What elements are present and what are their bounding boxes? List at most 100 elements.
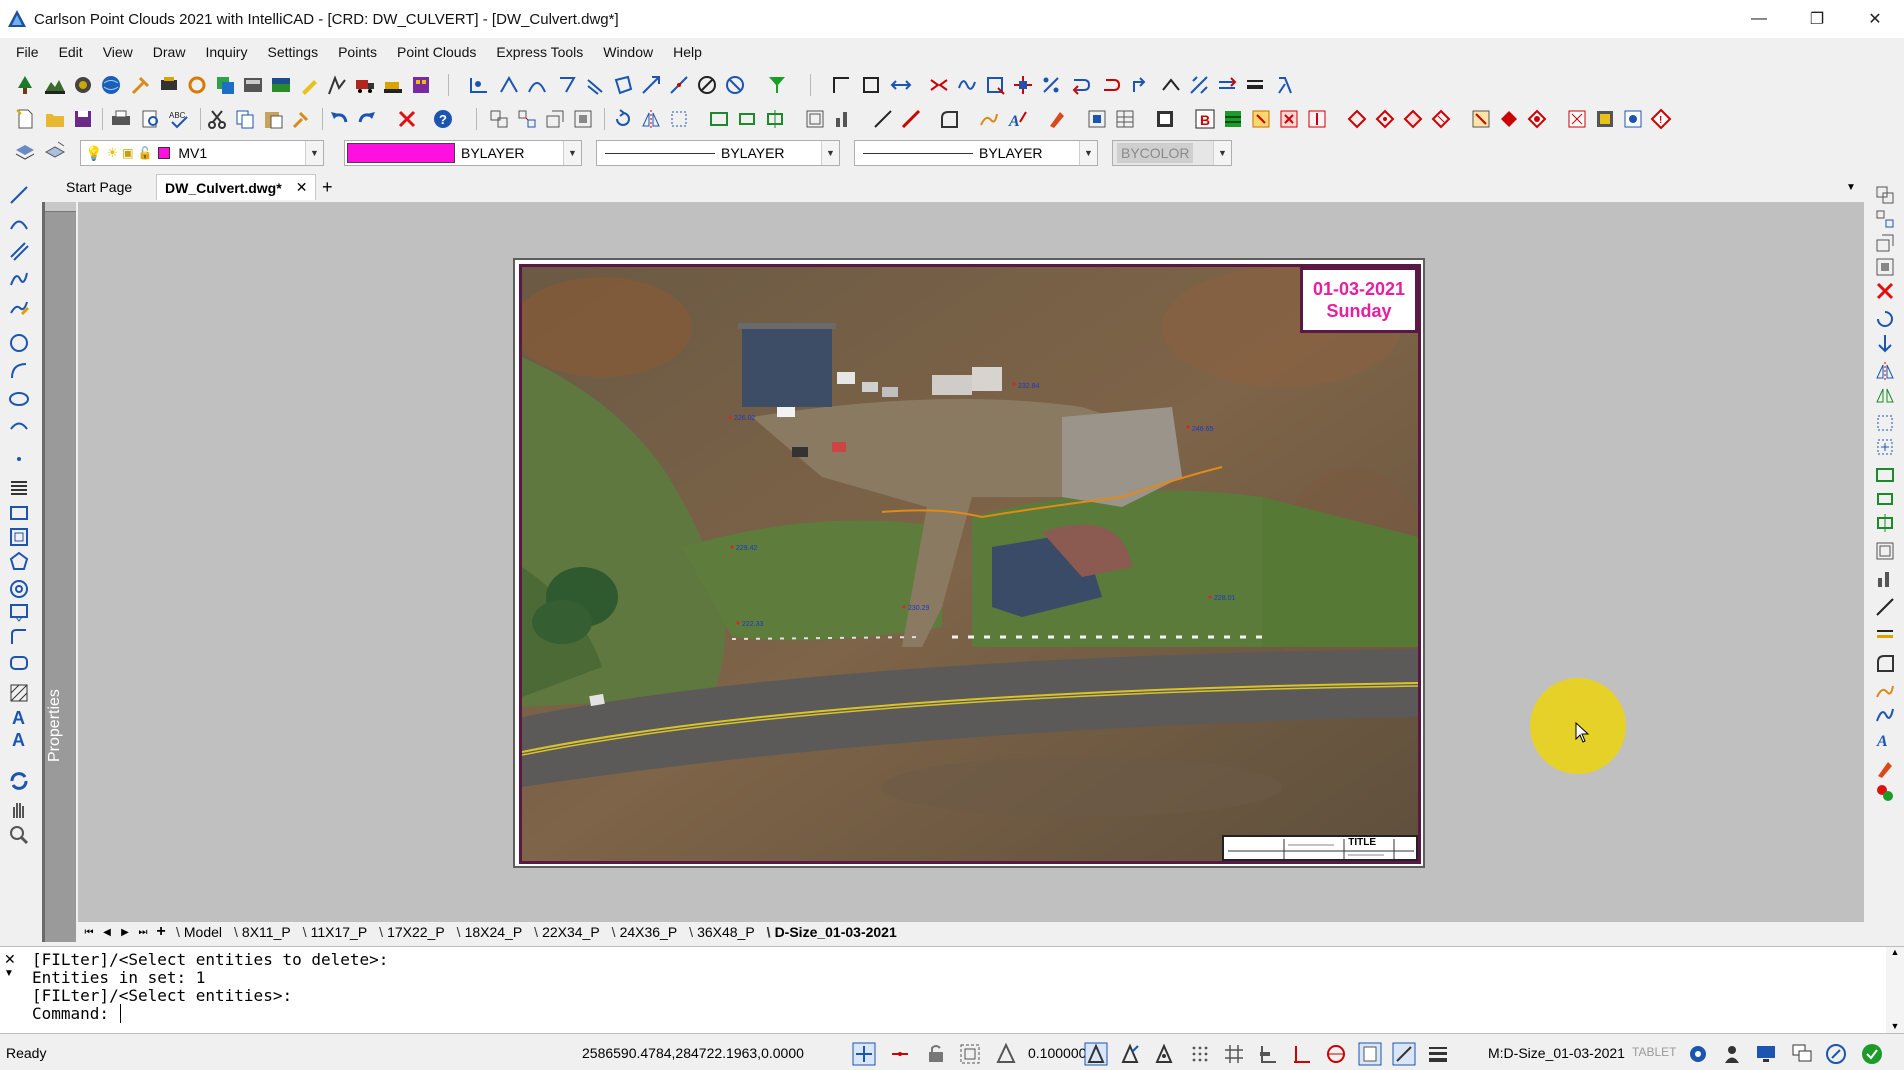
orbit-icon[interactable] bbox=[186, 74, 208, 96]
menu-window[interactable]: Window bbox=[593, 44, 663, 60]
undo-icon[interactable] bbox=[328, 108, 350, 130]
markup-2-icon[interactable] bbox=[1594, 108, 1616, 130]
close-icon[interactable]: ✕ bbox=[296, 179, 308, 196]
image-icon[interactable] bbox=[270, 74, 292, 96]
edit-text-right-icon[interactable]: A bbox=[1874, 728, 1896, 750]
spline-curve-icon[interactable] bbox=[8, 268, 30, 290]
layout-tab-d-size[interactable]: D-Size_01-03-2021 bbox=[761, 924, 903, 940]
scroll-up-icon[interactable]: ▲ bbox=[1886, 947, 1904, 957]
help-icon[interactable]: ? bbox=[432, 108, 454, 130]
carlson-logo-icon[interactable] bbox=[1860, 1042, 1884, 1066]
spell-check-icon[interactable]: ABC bbox=[168, 108, 190, 130]
wipeout-icon[interactable] bbox=[8, 626, 30, 648]
zoom-icon[interactable] bbox=[8, 824, 30, 846]
markup-1-icon[interactable] bbox=[1566, 108, 1588, 130]
trim-icon[interactable] bbox=[1160, 74, 1182, 96]
tablet-mode[interactable]: TABLET bbox=[1632, 1045, 1676, 1059]
auto-scale-icon[interactable] bbox=[1118, 1042, 1142, 1066]
workspace-icon[interactable] bbox=[1152, 1042, 1176, 1066]
line-pen-icon[interactable] bbox=[872, 108, 894, 130]
stamp-pink-icon[interactable] bbox=[1306, 108, 1328, 130]
select-window-icon[interactable] bbox=[668, 108, 690, 130]
viewport-aerial-image[interactable]: 226.02 232.84 246.65 229.42 228.01 230.2… bbox=[519, 264, 1421, 864]
annotation-visibility-icon[interactable] bbox=[1084, 1042, 1108, 1066]
red-pen-icon[interactable] bbox=[900, 108, 922, 130]
tag-1-icon[interactable] bbox=[1346, 108, 1368, 130]
tree-icon[interactable] bbox=[14, 74, 36, 96]
close-command-icon[interactable]: ✕ bbox=[4, 951, 26, 968]
move-icon[interactable] bbox=[1012, 74, 1034, 96]
arc-shape-icon[interactable] bbox=[938, 108, 960, 130]
pencil-yellow-icon[interactable] bbox=[298, 74, 320, 96]
scale-tool-icon[interactable] bbox=[640, 74, 662, 96]
bold-b-icon[interactable]: B bbox=[1194, 108, 1216, 130]
ellipse-arc-icon[interactable] bbox=[8, 416, 30, 438]
menu-draw[interactable]: Draw bbox=[143, 44, 196, 60]
color-picker-icon[interactable] bbox=[1874, 782, 1896, 804]
arc-shape-right-icon[interactable] bbox=[1874, 652, 1896, 674]
point-icon[interactable] bbox=[8, 448, 30, 470]
scanner-icon[interactable] bbox=[72, 74, 94, 96]
join-icon[interactable] bbox=[928, 74, 950, 96]
zoom-extents-icon[interactable] bbox=[708, 108, 730, 130]
globe-icon[interactable] bbox=[100, 74, 122, 96]
zoom-window-icon[interactable] bbox=[736, 108, 758, 130]
polygon-draw-icon[interactable] bbox=[8, 550, 30, 572]
dynamic-input-icon[interactable] bbox=[1392, 1042, 1416, 1066]
building-icon[interactable] bbox=[410, 74, 432, 96]
lock-status-icon[interactable] bbox=[924, 1042, 948, 1066]
region-icon[interactable] bbox=[8, 652, 30, 674]
ortho-mode-icon[interactable] bbox=[1256, 1042, 1280, 1066]
linetype-dropdown[interactable]: BYLAYER ▼ bbox=[596, 140, 840, 166]
zoom-window-right-icon[interactable] bbox=[1874, 488, 1896, 510]
table-icon[interactable] bbox=[1114, 108, 1136, 130]
drawing-canvas[interactable]: 226.02 232.84 246.65 229.42 228.01 230.2… bbox=[78, 202, 1864, 922]
extend-icon[interactable] bbox=[890, 74, 912, 96]
match-properties-icon[interactable] bbox=[290, 108, 312, 130]
tag-4-icon[interactable] bbox=[1430, 108, 1452, 130]
boundary-icon[interactable] bbox=[8, 526, 30, 548]
line-icon[interactable] bbox=[8, 184, 30, 206]
layout-tab-17x22[interactable]: 17X22_P bbox=[373, 924, 451, 940]
add-layout-icon[interactable]: + bbox=[152, 923, 170, 941]
markup-3-icon[interactable] bbox=[1622, 108, 1644, 130]
tab-dw-culvert[interactable]: DW_Culvert.dwg* ✕ bbox=[156, 174, 317, 200]
truck-icon[interactable] bbox=[354, 74, 376, 96]
last-layout-icon[interactable]: ⏭ bbox=[134, 923, 152, 941]
stretch-icon[interactable] bbox=[1216, 74, 1238, 96]
erase-right-icon[interactable] bbox=[1874, 280, 1896, 302]
ellipse-icon[interactable] bbox=[8, 388, 30, 410]
lineweight-right-icon[interactable] bbox=[1874, 624, 1896, 646]
properties-panel-icon[interactable] bbox=[1086, 108, 1108, 130]
zoom-region-right-icon[interactable] bbox=[1874, 512, 1896, 534]
hatch-lines-icon[interactable] bbox=[8, 476, 30, 498]
lineweight-dropdown[interactable]: BYLAYER ▼ bbox=[854, 140, 1098, 166]
percent-icon[interactable] bbox=[1040, 74, 1062, 96]
new-file-icon[interactable] bbox=[14, 108, 36, 130]
open-folder-icon[interactable] bbox=[44, 108, 66, 130]
object-snap-icon[interactable] bbox=[1324, 1042, 1348, 1066]
group-right-icon[interactable] bbox=[1874, 232, 1896, 254]
layout-tab-24x36[interactable]: 24X36_P bbox=[606, 924, 684, 940]
undo-right-icon[interactable] bbox=[1874, 308, 1896, 330]
first-layout-icon[interactable]: ⏮ bbox=[80, 923, 98, 941]
rotate-icon[interactable] bbox=[1130, 74, 1152, 96]
eraser-right-icon[interactable] bbox=[1874, 758, 1896, 780]
layout-tab-8x11[interactable]: 8X11_P bbox=[228, 924, 297, 940]
filter-icon[interactable] bbox=[766, 74, 788, 96]
sketch-icon[interactable] bbox=[8, 296, 30, 318]
layout-tab-22x34[interactable]: 22X34_P bbox=[528, 924, 606, 940]
menu-edit[interactable]: Edit bbox=[49, 44, 93, 60]
printer-rig-icon[interactable] bbox=[158, 74, 180, 96]
mirror-icon[interactable] bbox=[640, 108, 662, 130]
layout-tab-36x48[interactable]: 36X48_P bbox=[683, 924, 761, 940]
stamp-red-icon[interactable] bbox=[1278, 108, 1300, 130]
ortho-icon[interactable] bbox=[888, 1042, 912, 1066]
print-icon[interactable] bbox=[110, 108, 132, 130]
mirror-right-icon[interactable] bbox=[1874, 360, 1896, 382]
edit-text-icon[interactable]: A bbox=[1006, 108, 1028, 130]
polygon-icon[interactable] bbox=[612, 74, 634, 96]
spline-edit-icon[interactable] bbox=[1874, 704, 1896, 726]
save-icon[interactable] bbox=[72, 108, 94, 130]
menu-point-clouds[interactable]: Point Clouds bbox=[387, 44, 486, 60]
